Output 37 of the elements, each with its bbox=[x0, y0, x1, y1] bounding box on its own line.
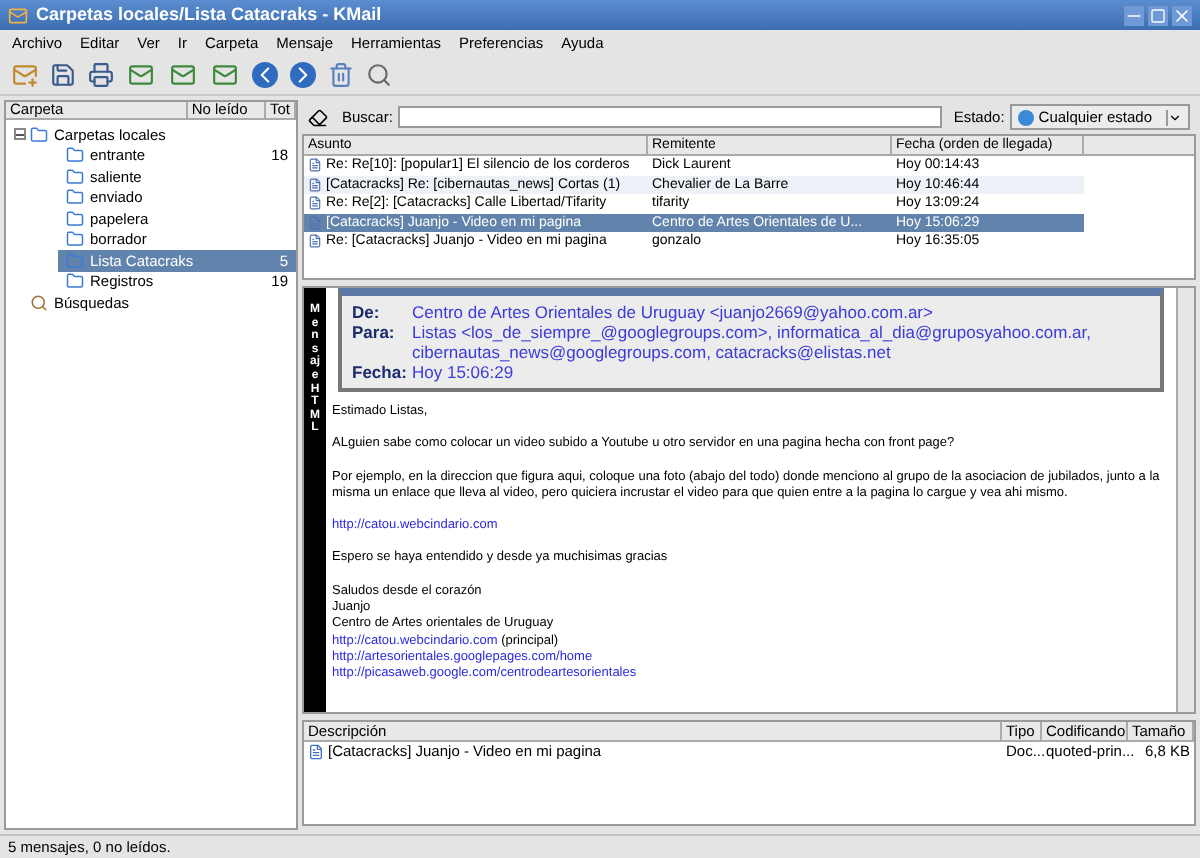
folder-icon bbox=[30, 125, 48, 144]
message-icon bbox=[308, 177, 322, 192]
trash-icon[interactable] bbox=[328, 62, 354, 88]
folder-icon bbox=[66, 251, 84, 270]
folder-icon bbox=[66, 146, 84, 165]
message-icon bbox=[308, 196, 322, 211]
header-label: Fecha: bbox=[352, 362, 409, 382]
search-folder-icon bbox=[30, 293, 48, 312]
message-icon bbox=[308, 215, 322, 230]
document-icon bbox=[308, 744, 324, 760]
print-icon[interactable] bbox=[88, 62, 114, 88]
header-label: De: bbox=[352, 302, 382, 322]
header-label: Para: bbox=[352, 322, 397, 346]
back-icon[interactable] bbox=[252, 62, 278, 88]
collapse-icon[interactable] bbox=[14, 128, 26, 141]
header-value: Centro de Artes Orientales de Uruguay <juanjo2669@yahoo.com.ar> bbox=[412, 302, 933, 322]
save-icon[interactable] bbox=[50, 62, 76, 88]
minimize-icon[interactable] bbox=[1124, 5, 1144, 25]
header-value: Listas <los_de_siempre_@googlegroups.com>, informatica_al_dia@gruposyahoo.com.ar, cibernautas_news@googlegroups.com, catacracks@elistas.net bbox=[412, 322, 1094, 362]
folder-icon bbox=[66, 167, 84, 186]
close-icon[interactable] bbox=[1172, 5, 1192, 25]
clear-search-icon[interactable] bbox=[308, 107, 328, 127]
new-mail-icon[interactable] bbox=[12, 62, 38, 88]
forward-icon[interactable] bbox=[290, 62, 316, 88]
search-field[interactable] bbox=[398, 106, 942, 128]
folder-icon bbox=[66, 230, 84, 249]
folder-icon bbox=[66, 272, 84, 291]
folder-icon bbox=[66, 188, 84, 207]
header-value: Hoy 15:06:29 bbox=[412, 362, 514, 382]
message-icon bbox=[308, 234, 322, 249]
window-title: Carpetas locales/Lista Catacraks - KMail bbox=[36, 6, 384, 24]
message-icon bbox=[308, 158, 322, 173]
app-icon bbox=[8, 5, 28, 25]
maximize-icon[interactable] bbox=[1148, 5, 1168, 25]
folder-icon bbox=[66, 209, 84, 228]
search-icon[interactable] bbox=[366, 62, 392, 88]
dropdown-arrow-icon[interactable] bbox=[1166, 109, 1182, 125]
